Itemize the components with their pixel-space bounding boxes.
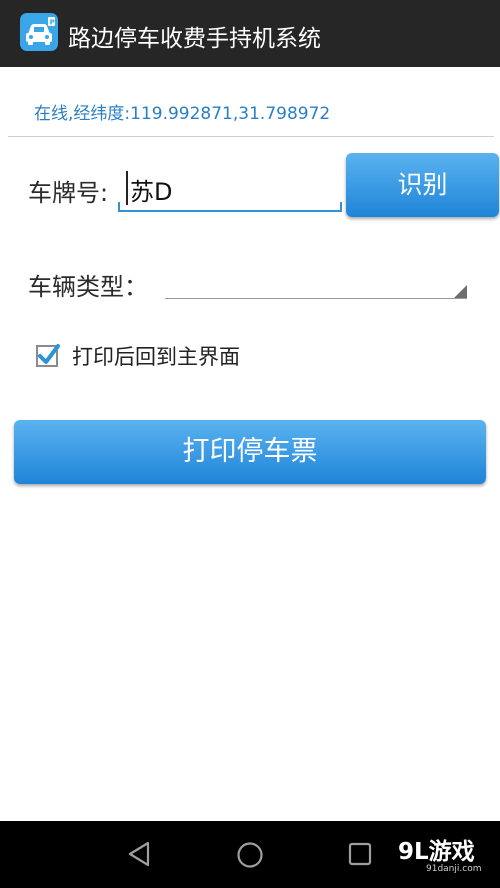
- watermark-url: 91danji.com: [426, 864, 482, 874]
- plate-label: 车牌号:: [28, 179, 109, 207]
- site-watermark: 9L游戏 91danji.com: [398, 832, 494, 882]
- watermark-logo: 9L游戏: [398, 839, 475, 865]
- vehicle-type-label: 车辆类型：: [28, 273, 148, 301]
- input-edge-left: [118, 202, 120, 210]
- dropdown-arrow-icon: [454, 285, 467, 298]
- checkmark-icon: [36, 344, 60, 367]
- parking-car-icon: P: [20, 13, 58, 51]
- recognize-button[interactable]: 识别: [346, 153, 499, 217]
- vehicle-type-select[interactable]: [165, 276, 467, 299]
- home-circle-icon[interactable]: [235, 840, 265, 870]
- svg-text:P: P: [50, 19, 55, 27]
- back-triangle-icon[interactable]: [126, 840, 152, 868]
- return-main-checkbox[interactable]: [36, 343, 60, 367]
- plate-input[interactable]: 苏D: [118, 168, 342, 212]
- location-status: 在线,经纬度:119.992871,31.798972: [34, 104, 331, 124]
- text-cursor: [126, 171, 128, 205]
- app-title: 路边停车收费手持机系统: [68, 26, 321, 52]
- plate-input-value: 苏D: [130, 178, 173, 206]
- return-main-label: 打印后回到主界面: [72, 345, 240, 369]
- divider: [8, 136, 494, 137]
- print-ticket-button[interactable]: 打印停车票: [14, 420, 486, 484]
- recents-square-icon[interactable]: [348, 842, 374, 868]
- app-bar: P 路边停车收费手持机系统: [0, 0, 500, 67]
- input-edge-right: [340, 202, 342, 210]
